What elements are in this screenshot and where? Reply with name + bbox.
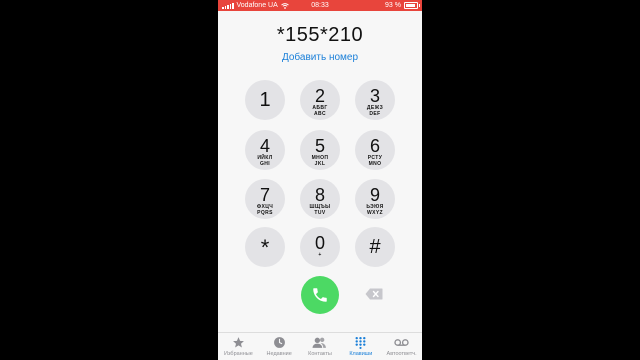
voicemail-icon [394,339,409,346]
key-3[interactable]: 3 ДЕЖЗ DEF [355,80,395,120]
add-number-link[interactable]: Добавить номер [218,52,422,63]
key-2[interactable]: 2 АБВГ ABC [300,80,340,120]
key-digit: 5 [314,136,325,156]
keypad-icon [355,336,366,349]
tab-favorites[interactable]: Избранные [218,333,259,360]
tab-label: Контакты [308,351,332,357]
key-6[interactable]: 6 РСТУ MNO [355,130,395,170]
key-digit: 4 [259,136,270,156]
key-digit: 3 [369,86,380,106]
key-digit: # [369,236,381,258]
key-digit: 1 [259,89,271,111]
status-bar: Vodafone UA 08:33 93 % [218,0,422,11]
call-button[interactable] [301,276,339,314]
key-0[interactable]: 0 + [300,227,340,267]
key-letters-latin: GHI [259,161,271,167]
tab-label: Клавиши [349,351,373,357]
key-5[interactable]: 5 МНОП JKL [300,130,340,170]
key-letters-latin: WXYZ [366,210,384,216]
tab-contacts[interactable]: Контакты [300,333,341,360]
tab-bar: Избранные Недавние Контакты Клавиши Авто… [218,332,422,360]
tab-label: Избранные [224,351,253,357]
key-digit: 0 [314,233,325,253]
key-digit: * [260,235,270,260]
phone-screen: Vodafone UA 08:33 93 % *155*210 Добавить… [218,0,422,360]
clock-icon [273,337,285,348]
dialed-number: *155*210 [276,24,364,46]
key-letters-latin: JKL [314,161,326,167]
key-9[interactable]: 9 ЬЭЮЯ WXYZ [355,179,395,219]
key-star[interactable]: * [245,227,285,267]
key-letters-latin: MNO [368,161,382,167]
key-1[interactable]: 1 [245,80,285,120]
contacts-icon [313,337,327,348]
key-4[interactable]: 4 ИЙКЛ GHI [245,130,285,170]
key-letters: + [318,252,322,258]
star-icon [232,337,244,348]
tab-keypad[interactable]: Клавиши [340,333,381,360]
key-8[interactable]: 8 ШЩЪЫ TUV [300,179,340,219]
key-letters-latin: PQRS [257,210,273,216]
key-letters-latin: ABC [313,111,327,117]
tab-voicemail[interactable]: Автоответч. [381,333,422,360]
backspace-icon [365,288,383,300]
tab-label: Недавние [266,351,292,357]
key-digit: 6 [369,136,380,156]
battery-percent: 93 % [385,2,401,9]
key-letters-latin: TUV [314,210,326,216]
key-hash[interactable]: # [355,227,395,267]
key-7[interactable]: 7 ФХЦЧ PQRS [245,179,285,219]
key-digit: 7 [259,185,270,205]
battery-icon [404,2,420,9]
key-digit: 8 [314,185,325,205]
key-digit: 9 [369,185,380,205]
key-letters-latin: DEF [369,111,381,117]
tab-label: Автоответч. [386,351,417,357]
status-right: 93 % [385,0,420,11]
delete-button[interactable] [365,287,383,301]
phone-icon [313,288,327,302]
tab-recents[interactable]: Недавние [259,333,300,360]
key-digit: 2 [314,86,325,106]
